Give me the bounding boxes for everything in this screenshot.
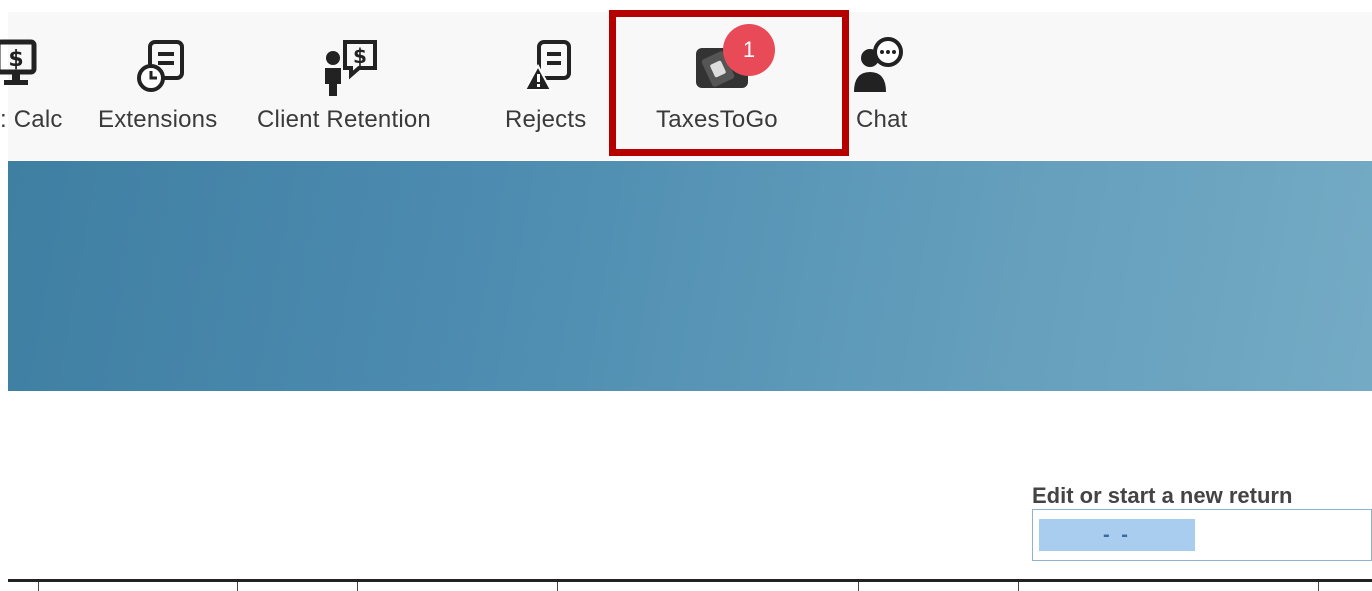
toolbar-item-rejects[interactable]: Rejects	[505, 12, 595, 160]
table-column-divider	[1318, 582, 1319, 591]
toolbar-item-calc[interactable]: $ : Calc	[0, 12, 88, 160]
table-column-divider	[1018, 582, 1019, 591]
document-warning-icon	[523, 36, 583, 92]
toolbar-item-label: Chat	[856, 106, 908, 133]
banner	[8, 161, 1372, 391]
table-column-divider	[357, 582, 358, 591]
highlight-box	[609, 10, 849, 156]
table-column-divider	[557, 582, 558, 591]
table-column-divider	[237, 582, 238, 591]
person-speech-icon	[848, 36, 908, 92]
person-dollar-icon: $	[317, 36, 377, 96]
table-header-border	[8, 579, 1372, 582]
toolbar-item-extensions[interactable]: Extensions	[98, 12, 230, 160]
table-column-divider	[38, 582, 39, 591]
edit-return-field[interactable]: - -	[1032, 509, 1372, 561]
svg-text:$: $	[8, 47, 23, 72]
table-column-divider	[858, 582, 859, 591]
toolbar-item-chat[interactable]: Chat	[848, 12, 918, 160]
ssn-input[interactable]: - -	[1039, 519, 1195, 551]
toolbar-item-label: Extensions	[98, 106, 218, 133]
toolbar-item-label: Client Retention	[257, 106, 431, 133]
document-clock-icon	[134, 36, 194, 92]
svg-text:$: $	[353, 44, 367, 68]
toolbar-item-label: Rejects	[505, 106, 587, 133]
toolbar-item-client-retention[interactable]: $ Client Retention	[257, 12, 449, 160]
toolbar-item-label: : Calc	[0, 106, 63, 133]
monitor-dollar-icon: $	[0, 36, 52, 92]
edit-return-label: Edit or start a new return	[1032, 483, 1293, 508]
